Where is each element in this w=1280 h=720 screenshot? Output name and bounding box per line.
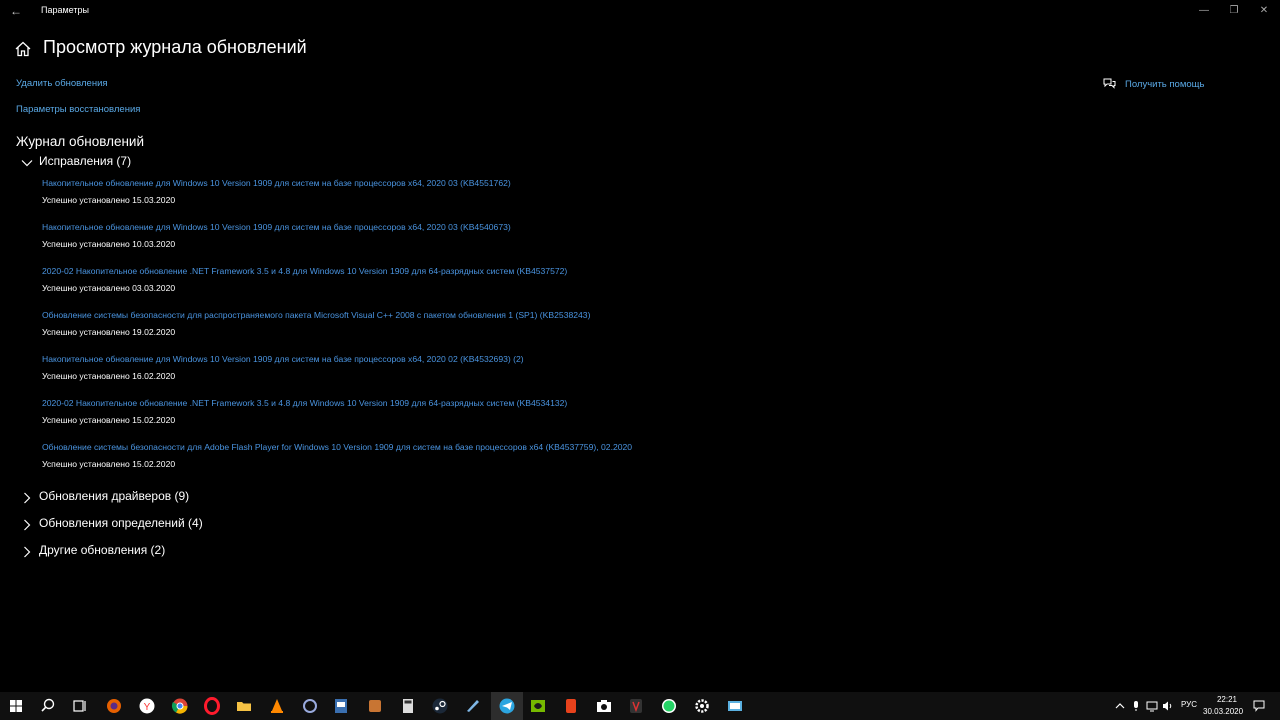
update-item: Обновление системы безопасности для Adob… bbox=[42, 442, 632, 469]
chevron-right-icon bbox=[24, 546, 31, 558]
close-button[interactable]: ✕ bbox=[1257, 4, 1271, 18]
app-icon[interactable] bbox=[365, 696, 385, 716]
update-item: Накопительное обновление для Windows 10 … bbox=[42, 354, 524, 381]
update-status: Успешно установлено 16.02.2020 bbox=[42, 371, 176, 381]
page-title: Просмотр журнала обновлений bbox=[43, 37, 307, 57]
chrome-icon[interactable] bbox=[170, 696, 190, 716]
search-icon[interactable] bbox=[38, 696, 58, 716]
fixes-section-label: Исправления (7) bbox=[39, 154, 132, 168]
update-link[interactable]: Накопительное обновление для Windows 10 … bbox=[42, 178, 511, 188]
history-title: Журнал обновлений bbox=[16, 134, 144, 149]
update-link[interactable]: 2020-02 Накопительное обновление .NET Fr… bbox=[42, 266, 567, 276]
app-icon[interactable] bbox=[561, 696, 581, 716]
microphone-icon[interactable] bbox=[1130, 700, 1142, 712]
update-link[interactable]: Обновление системы безопасности для расп… bbox=[42, 310, 590, 320]
get-help-link[interactable]: Получить помощь bbox=[1125, 79, 1204, 90]
chevron-up-icon[interactable] bbox=[1114, 700, 1126, 712]
opera-icon[interactable] bbox=[202, 696, 222, 716]
update-link[interactable]: 2020-02 Накопительное обновление .NET Fr… bbox=[42, 398, 567, 408]
update-status: Успешно установлено 19.02.2020 bbox=[42, 327, 176, 337]
app-icon[interactable] bbox=[331, 696, 351, 716]
camera-icon[interactable] bbox=[594, 696, 614, 716]
whatsapp-icon[interactable] bbox=[659, 696, 679, 716]
yandex-icon[interactable]: Y bbox=[137, 696, 157, 716]
svg-text:Y: Y bbox=[144, 702, 151, 713]
taskbar: Y РУС 22:21 30.03.2020 bbox=[0, 692, 1280, 720]
telegram-icon[interactable] bbox=[497, 696, 517, 716]
update-status: Успешно установлено 15.03.2020 bbox=[42, 195, 176, 205]
update-status: Успешно установлено 15.02.2020 bbox=[42, 459, 176, 469]
nvidia-icon[interactable] bbox=[528, 696, 548, 716]
update-item: Накопительное обновление для Windows 10 … bbox=[42, 222, 511, 249]
window-title: Параметры bbox=[41, 5, 89, 15]
app-icon[interactable] bbox=[463, 696, 483, 716]
recovery-options-link[interactable]: Параметры восстановления bbox=[16, 104, 140, 115]
update-link[interactable]: Накопительное обновление для Windows 10 … bbox=[42, 354, 524, 364]
update-item: Обновление системы безопасности для расп… bbox=[42, 310, 590, 337]
volume-icon[interactable] bbox=[1162, 700, 1174, 712]
update-link[interactable]: Обновление системы безопасности для Adob… bbox=[42, 442, 632, 452]
network-icon[interactable] bbox=[1146, 700, 1158, 712]
settings-icon[interactable] bbox=[692, 696, 712, 716]
app-icon[interactable] bbox=[725, 696, 745, 716]
steam-icon[interactable] bbox=[430, 696, 450, 716]
home-icon[interactable] bbox=[14, 40, 32, 58]
app-icon[interactable] bbox=[300, 696, 320, 716]
restore-button[interactable]: ❐ bbox=[1227, 4, 1241, 18]
calculator-icon[interactable] bbox=[398, 696, 418, 716]
update-status: Успешно установлено 03.03.2020 bbox=[42, 283, 176, 293]
chevron-right-icon bbox=[24, 492, 31, 504]
file-explorer-icon[interactable] bbox=[234, 696, 254, 716]
update-status: Успешно установлено 10.03.2020 bbox=[42, 239, 176, 249]
driver-updates-label: Обновления драйверов (9) bbox=[39, 489, 190, 503]
update-item: 2020-02 Накопительное обновление .NET Fr… bbox=[42, 398, 567, 425]
other-updates-label: Другие обновления (2) bbox=[39, 543, 166, 557]
update-item: Накопительное обновление для Windows 10 … bbox=[42, 178, 511, 205]
update-status: Успешно установлено 15.02.2020 bbox=[42, 415, 176, 425]
task-view-icon[interactable] bbox=[70, 696, 90, 716]
update-item: 2020-02 Накопительное обновление .NET Fr… bbox=[42, 266, 567, 293]
definition-updates-label: Обновления определений (4) bbox=[39, 516, 203, 530]
firefox-icon[interactable] bbox=[104, 696, 124, 716]
minimize-button[interactable]: — bbox=[1197, 4, 1211, 18]
remove-updates-link[interactable]: Удалить обновления bbox=[16, 78, 108, 89]
clock-time[interactable]: 22:21 bbox=[1212, 695, 1242, 704]
clock-date[interactable]: 30.03.2020 bbox=[1203, 707, 1243, 716]
chevron-down-icon bbox=[21, 160, 33, 167]
start-windows-icon[interactable] bbox=[6, 696, 26, 716]
vlc-icon[interactable] bbox=[267, 696, 287, 716]
language-indicator[interactable]: РУС bbox=[1181, 700, 1197, 709]
app-icon[interactable] bbox=[626, 696, 646, 716]
back-arrow-icon[interactable]: ← bbox=[10, 4, 24, 18]
update-link[interactable]: Накопительное обновление для Windows 10 … bbox=[42, 222, 511, 232]
title-bar: ← Параметры — ❐ ✕ bbox=[0, 0, 1280, 22]
notification-center-icon[interactable] bbox=[1253, 700, 1265, 712]
chat-help-icon bbox=[1103, 78, 1116, 89]
chevron-right-icon bbox=[24, 519, 31, 531]
